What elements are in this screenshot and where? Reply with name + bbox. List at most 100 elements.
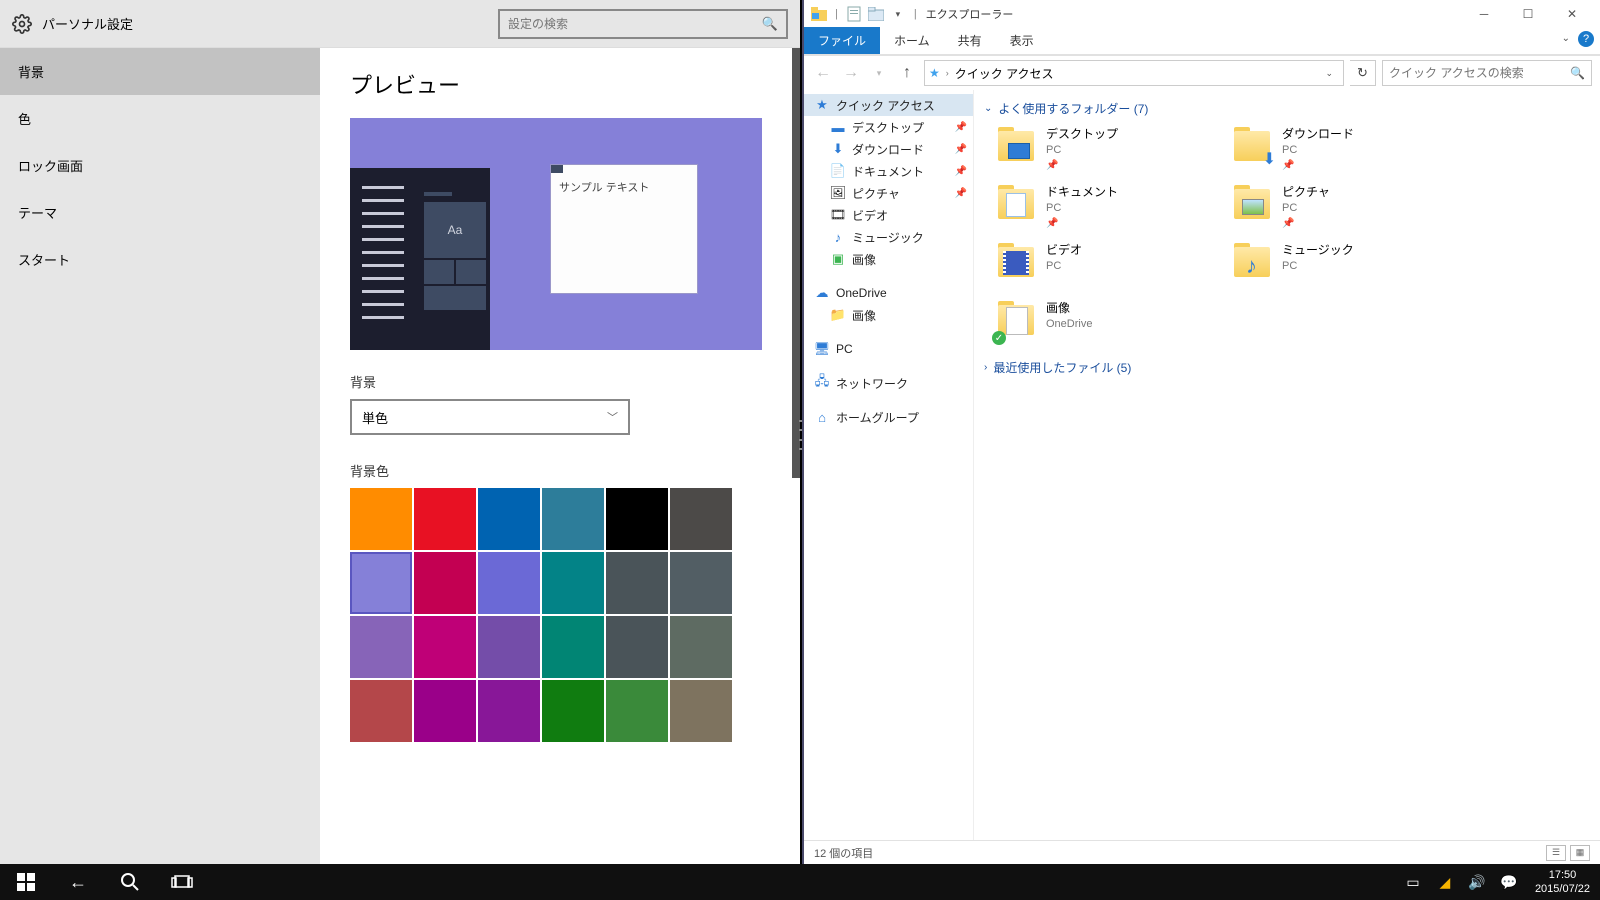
tree-network[interactable]: 🖧ネットワーク xyxy=(804,372,973,394)
search-button[interactable] xyxy=(104,864,156,900)
ribbon-expand-icon[interactable]: ⌄ xyxy=(1562,33,1570,44)
color-swatch[interactable] xyxy=(414,680,476,742)
color-swatch[interactable] xyxy=(670,488,732,550)
tree-onedrive-images[interactable]: 📁画像 xyxy=(804,304,973,326)
tree-desktop[interactable]: ▬デスクトップ📌 xyxy=(804,116,973,138)
color-swatch[interactable] xyxy=(414,488,476,550)
nav-themes[interactable]: テーマ xyxy=(0,189,320,236)
tree-onedrive[interactable]: ☁OneDrive xyxy=(804,282,973,304)
preview-heading: プレビュー xyxy=(350,68,800,100)
back-button[interactable]: ← xyxy=(52,864,104,900)
nav-start[interactable]: スタート xyxy=(0,236,320,283)
folder-item[interactable]: ✓画像OneDrive xyxy=(996,299,1224,345)
tree-pictures[interactable]: 🖼ピクチャ📌 xyxy=(804,182,973,204)
tree-music[interactable]: ♪ミュージック xyxy=(804,226,973,248)
music-icon: ♪ xyxy=(830,229,846,245)
color-swatch[interactable] xyxy=(606,488,668,550)
color-swatch[interactable] xyxy=(478,616,540,678)
folder-item[interactable]: ビデオPC xyxy=(996,241,1224,287)
nav-lockscreen[interactable]: ロック画面 xyxy=(0,142,320,189)
folder-item[interactable]: ♪ミュージックPC xyxy=(1232,241,1460,287)
tree-homegroup[interactable]: ⌂ホームグループ xyxy=(804,406,973,428)
nav-back-button[interactable]: ← xyxy=(812,62,834,84)
group-recent[interactable]: › 最近使用したファイル (5) xyxy=(984,359,1590,376)
color-swatch[interactable] xyxy=(542,616,604,678)
color-swatch[interactable] xyxy=(670,616,732,678)
preview-tiles: Aa xyxy=(424,192,486,310)
color-swatch[interactable] xyxy=(606,680,668,742)
breadcrumb-text[interactable]: クイック アクセス xyxy=(955,65,1054,82)
folder-item[interactable]: ドキュメントPC📌 xyxy=(996,183,1224,229)
chevron-right-icon: › xyxy=(946,68,949,78)
color-swatch[interactable] xyxy=(542,488,604,550)
help-icon[interactable]: ? xyxy=(1578,31,1594,47)
nav-colors[interactable]: 色 xyxy=(0,95,320,142)
color-swatch[interactable] xyxy=(606,552,668,614)
color-swatch[interactable] xyxy=(478,488,540,550)
download-icon: ⬇ xyxy=(830,141,846,157)
settings-search[interactable]: 🔍 xyxy=(498,9,788,39)
tree-documents[interactable]: 📄ドキュメント📌 xyxy=(804,160,973,182)
tree-downloads[interactable]: ⬇ダウンロード📌 xyxy=(804,138,973,160)
explorer-search-input[interactable] xyxy=(1389,66,1570,80)
tab-file[interactable]: ファイル xyxy=(804,27,880,54)
clock[interactable]: 17:50 2015/07/22 xyxy=(1525,867,1600,897)
tree-pc[interactable]: 🖥PC xyxy=(804,338,973,360)
group-frequent[interactable]: ⌄ よく使用するフォルダー (7) xyxy=(984,100,1590,117)
nav-background[interactable]: 背景 xyxy=(0,48,320,95)
folder-item[interactable]: ピクチャPC📌 xyxy=(1232,183,1460,229)
color-swatch[interactable] xyxy=(350,680,412,742)
color-swatch[interactable] xyxy=(350,616,412,678)
status-bar: 12 個の項目 ☰ ▦ xyxy=(804,840,1600,864)
color-swatch[interactable] xyxy=(542,680,604,742)
view-details-button[interactable]: ☰ xyxy=(1546,845,1566,861)
color-swatch[interactable] xyxy=(414,616,476,678)
settings-search-input[interactable] xyxy=(508,17,762,31)
explorer-titlebar[interactable]: | ▾ | エクスプローラー ─ ☐ ✕ xyxy=(804,0,1600,28)
bg-dropdown[interactable]: 単色 ﹀ xyxy=(350,399,630,435)
explorer-search[interactable]: 🔍 xyxy=(1382,60,1592,86)
color-swatch[interactable] xyxy=(478,680,540,742)
action-center-icon[interactable]: 💬 xyxy=(1493,874,1525,891)
color-swatch[interactable] xyxy=(414,552,476,614)
start-button[interactable] xyxy=(0,864,52,900)
volume-icon[interactable]: 🔊 xyxy=(1461,874,1493,891)
address-dropdown-icon[interactable]: ⌄ xyxy=(1319,68,1339,79)
color-swatch[interactable] xyxy=(670,680,732,742)
address-bar[interactable]: ★ › クイック アクセス ⌄ xyxy=(924,60,1344,86)
view-icons-button[interactable]: ▦ xyxy=(1570,845,1590,861)
task-view-button[interactable] xyxy=(156,864,208,900)
color-swatch[interactable] xyxy=(350,488,412,550)
tab-view[interactable]: 表示 xyxy=(996,27,1048,54)
color-swatch[interactable] xyxy=(670,552,732,614)
qat-dropdown-icon[interactable]: ▾ xyxy=(889,5,907,23)
folder-item[interactable]: デスクトップPC📌 xyxy=(996,125,1224,171)
folder-item[interactable]: ⬇ダウンロードPC📌 xyxy=(1232,125,1460,171)
new-folder-icon[interactable] xyxy=(867,5,885,23)
color-grid xyxy=(350,488,800,742)
battery-icon[interactable]: ▭ xyxy=(1397,874,1429,891)
view-buttons: ☰ ▦ xyxy=(1546,845,1590,861)
preview-sample-text: サンプル テキスト xyxy=(551,173,697,201)
minimize-button[interactable]: ─ xyxy=(1462,3,1506,25)
tree-quick-access[interactable]: ★クイック アクセス xyxy=(804,94,973,116)
close-button[interactable]: ✕ xyxy=(1550,3,1594,25)
color-swatch[interactable] xyxy=(350,552,412,614)
properties-icon[interactable] xyxy=(845,5,863,23)
color-swatch[interactable] xyxy=(542,552,604,614)
refresh-button[interactable]: ↻ xyxy=(1350,60,1376,86)
tab-home[interactable]: ホーム xyxy=(880,27,944,54)
scrollbar[interactable] xyxy=(792,48,800,478)
homegroup-icon: ⌂ xyxy=(814,409,830,425)
color-swatch[interactable] xyxy=(606,616,668,678)
tree-videos[interactable]: 🎞ビデオ xyxy=(804,204,973,226)
wifi-icon[interactable]: ◢ xyxy=(1429,874,1461,891)
tree-images[interactable]: ▣画像 xyxy=(804,248,973,270)
nav-up-button[interactable]: ↑ xyxy=(896,62,918,84)
explorer-body: ★クイック アクセス ▬デスクトップ📌 ⬇ダウンロード📌 📄ドキュメント📌 🖼ピ… xyxy=(804,90,1600,840)
nav-forward-button[interactable]: → xyxy=(840,62,862,84)
nav-recent-dropdown[interactable]: ▾ xyxy=(868,62,890,84)
tab-share[interactable]: 共有 xyxy=(944,27,996,54)
color-swatch[interactable] xyxy=(478,552,540,614)
maximize-button[interactable]: ☐ xyxy=(1506,3,1550,25)
